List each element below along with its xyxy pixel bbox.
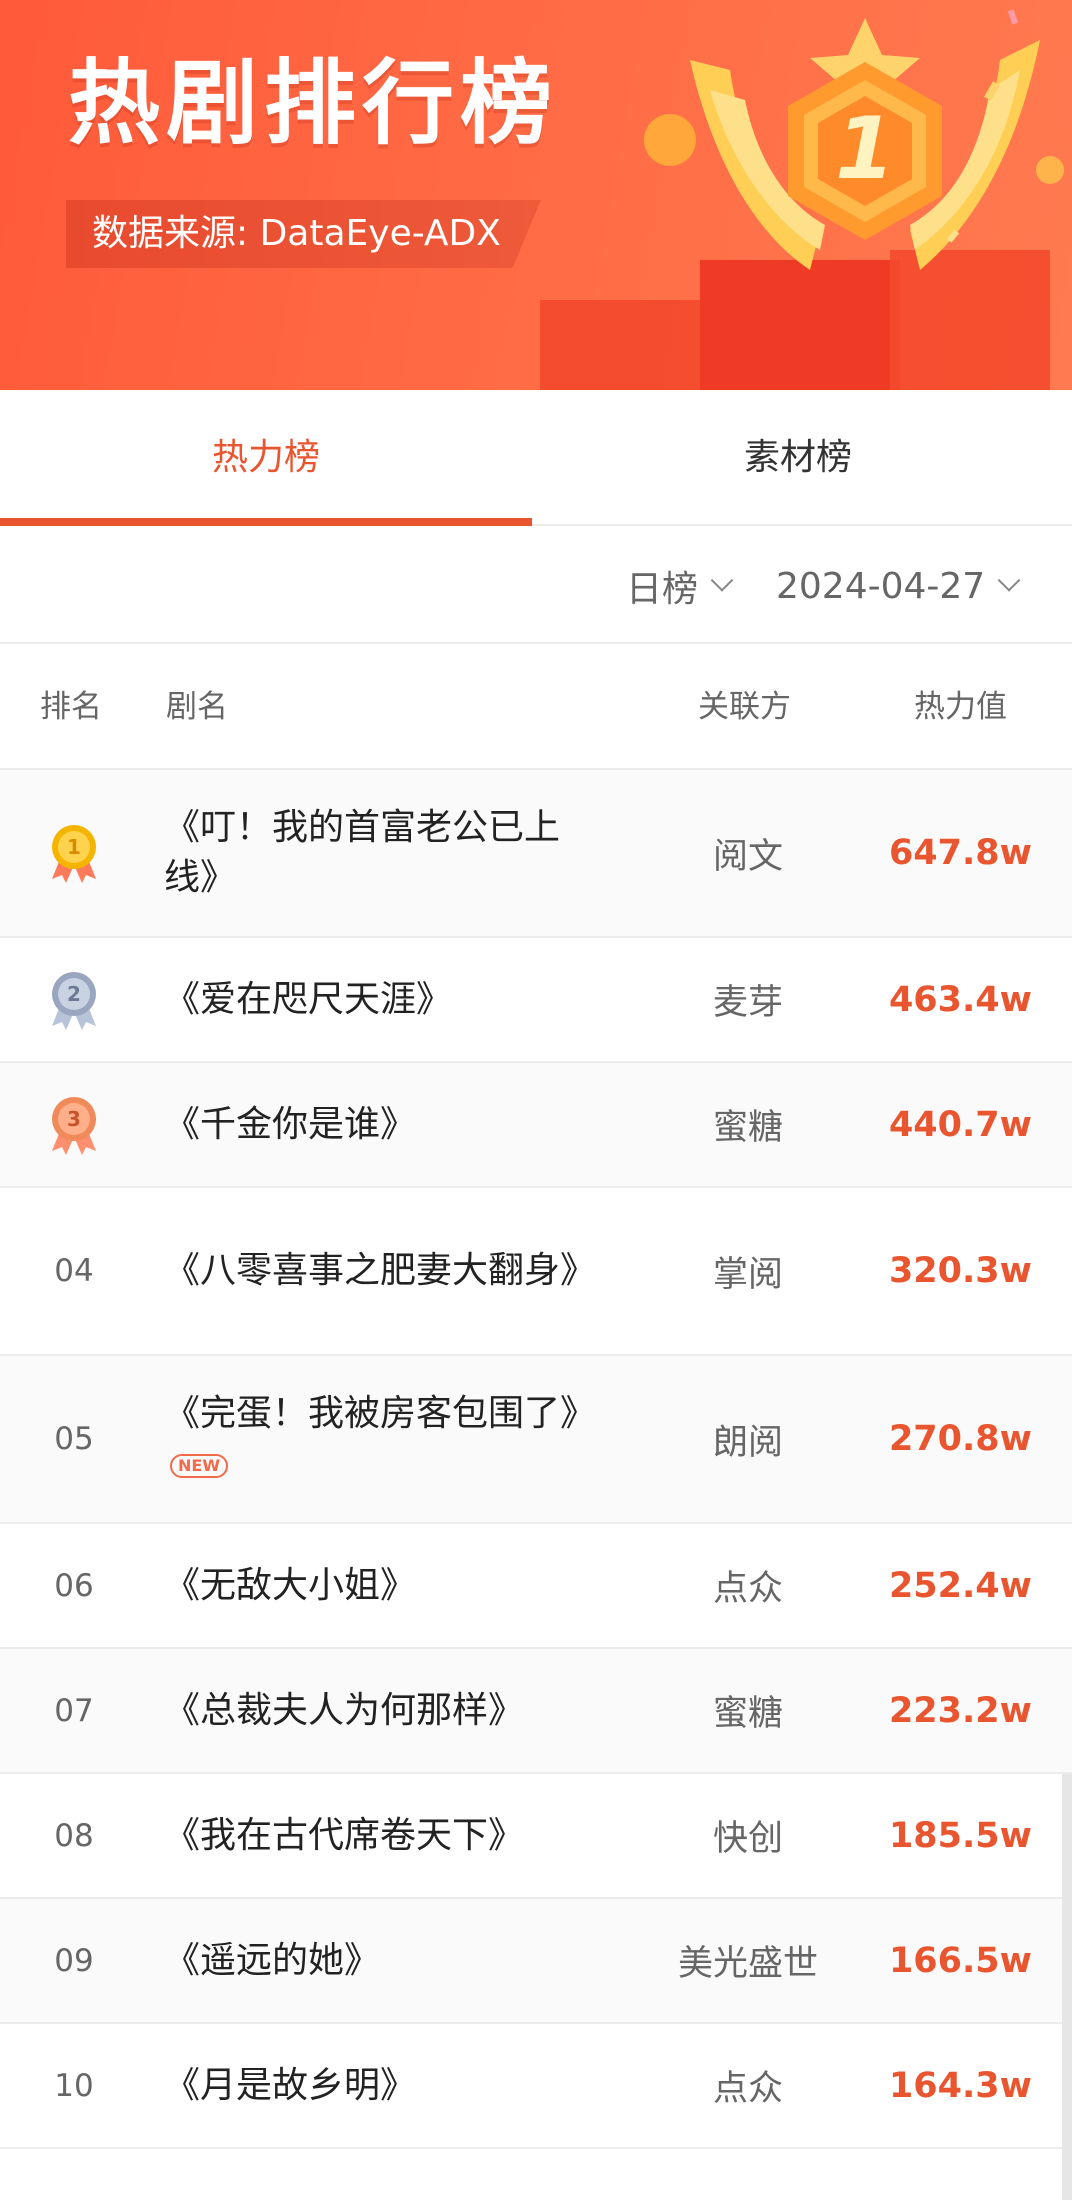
table-row[interactable]: 08 《我在古代席卷天下》 快创 185.5w	[0, 1774, 1072, 1899]
partner-cell: 点众	[712, 1569, 783, 1609]
table-row[interactable]: 06 《无敌大小姐》 点众 252.4w	[0, 1524, 1072, 1649]
chevron-down-icon	[710, 569, 734, 592]
rank-cell: 07	[54, 1692, 94, 1729]
table-row[interactable]: 1 《叮！我的首富老公已上线》 阅文 647.8w	[0, 770, 1072, 938]
rank-cell: 04	[54, 1253, 94, 1289]
silver-medal-icon: 2	[52, 971, 96, 1030]
date-dropdown[interactable]: 2024-04-27	[776, 528, 1021, 644]
table-row[interactable]: 10 《月是故乡明》 点众 164.3w	[0, 2024, 1072, 2149]
partner-cell: 蜜糖	[712, 1694, 783, 1734]
heat-value: 185.5w	[888, 1815, 1032, 1856]
partner-cell: 阅文	[712, 836, 783, 877]
header-name: 剧名	[166, 689, 228, 725]
heat-value: 440.7w	[888, 1104, 1032, 1145]
header-rank: 排名	[40, 689, 102, 725]
table-row[interactable]: 04 《八零喜事之肥妻大翻身》 掌阅 320.3w	[0, 1188, 1072, 1356]
partner-cell: 快创	[712, 1819, 783, 1859]
heat-value: 320.3w	[888, 1251, 1032, 1291]
trophy-rank-1-icon: 1	[540, 9, 1064, 390]
heat-value: 223.2w	[888, 1690, 1032, 1731]
tab-material-ranking[interactable]: 素材榜	[532, 390, 1064, 526]
drama-name[interactable]: 《月是故乡明》	[164, 2024, 604, 2147]
bronze-medal-icon: 3	[52, 1096, 96, 1155]
table-row[interactable]: 05 《完蛋！我被房客包围了》NEW 朗阅 270.8w	[0, 1356, 1072, 1524]
svg-text:1: 1	[835, 99, 895, 199]
gold-medal-icon: 1	[52, 825, 96, 883]
rank-cell: 05	[54, 1421, 94, 1457]
heat-value: 647.8w	[888, 833, 1032, 873]
heat-value: 164.3w	[888, 2065, 1032, 2106]
rank-cell: 2	[0, 938, 148, 1061]
drama-name[interactable]: 《叮！我的首富老公已上线》	[164, 770, 604, 936]
header-partner: 关联方	[698, 689, 791, 725]
drama-name[interactable]: 《无敌大小姐》	[164, 1524, 604, 1647]
svg-text:1: 1	[67, 835, 81, 859]
banner: 热剧排行榜 数据来源: DataEye-ADX 1	[0, 0, 1072, 390]
filter-bar: 日榜 2024-04-27	[0, 528, 1072, 644]
drama-name[interactable]: 《爱在咫尺天涯》	[164, 938, 604, 1061]
date-dropdown-label: 2024-04-27	[776, 565, 986, 607]
drama-name[interactable]: 《遥远的她》	[164, 1899, 604, 2022]
tab-bar: 热力榜 素材榜	[0, 390, 1072, 526]
partner-cell: 美光盛世	[677, 1944, 818, 1984]
table-header: 排名 剧名 关联方 热力值	[0, 644, 1072, 770]
rank-cell: 08	[54, 1817, 94, 1854]
drama-name[interactable]: 《总裁夫人为何那样》	[164, 1649, 604, 1772]
partner-cell: 掌阅	[712, 1254, 783, 1295]
heat-value: 166.5w	[888, 1940, 1032, 1981]
drama-name[interactable]: 《完蛋！我被房客包围了》NEW	[164, 1356, 604, 1522]
heat-value: 463.4w	[888, 979, 1032, 1020]
table-row[interactable]: 2 《爱在咫尺天涯》 麦芽 463.4w	[0, 938, 1072, 1063]
header-heat: 热力值	[914, 689, 1007, 725]
chevron-down-icon	[997, 569, 1021, 592]
table-row[interactable]: 07 《总裁夫人为何那样》 蜜糖 223.2w	[0, 1649, 1072, 1774]
drama-name[interactable]: 《我在古代席卷天下》	[164, 1774, 604, 1897]
scrollbar[interactable]	[1062, 1774, 1072, 2200]
ranking-list: 1 《叮！我的首富老公已上线》 阅文 647.8w 2 《爱在咫尺天涯》 麦芽 …	[0, 770, 1072, 2149]
new-badge: NEW	[170, 1454, 228, 1478]
rank-cell: 06	[54, 1567, 94, 1604]
partner-cell: 朗阅	[712, 1422, 783, 1463]
svg-text:2: 2	[67, 982, 81, 1006]
heat-value: 252.4w	[888, 1565, 1032, 1606]
table-row[interactable]: 3 《千金你是谁》 蜜糖 440.7w	[0, 1063, 1072, 1188]
drama-name[interactable]: 《八零喜事之肥妻大翻身》	[164, 1188, 604, 1354]
tab-heat-ranking[interactable]: 热力榜	[0, 390, 532, 526]
heat-value: 270.8w	[888, 1419, 1032, 1459]
page-title: 热剧排行榜	[68, 50, 559, 157]
partner-cell: 麦芽	[712, 983, 783, 1023]
partner-cell: 点众	[712, 2069, 783, 2109]
rank-cell: 10	[54, 2067, 94, 2104]
active-tab-indicator	[0, 518, 532, 526]
rank-cell: 3	[0, 1063, 148, 1186]
data-source-label: 数据来源: DataEye-ADX	[66, 200, 541, 268]
drama-name[interactable]: 《千金你是谁》	[164, 1063, 604, 1186]
table-row[interactable]: 09 《遥远的她》 美光盛世 166.5w	[0, 1899, 1072, 2024]
period-dropdown[interactable]: 日榜	[626, 528, 734, 644]
rank-cell: 1	[0, 770, 148, 936]
partner-cell: 蜜糖	[712, 1108, 783, 1148]
period-dropdown-label: 日榜	[626, 569, 699, 610]
svg-text:3: 3	[67, 1107, 81, 1131]
rank-cell: 09	[54, 1942, 94, 1979]
